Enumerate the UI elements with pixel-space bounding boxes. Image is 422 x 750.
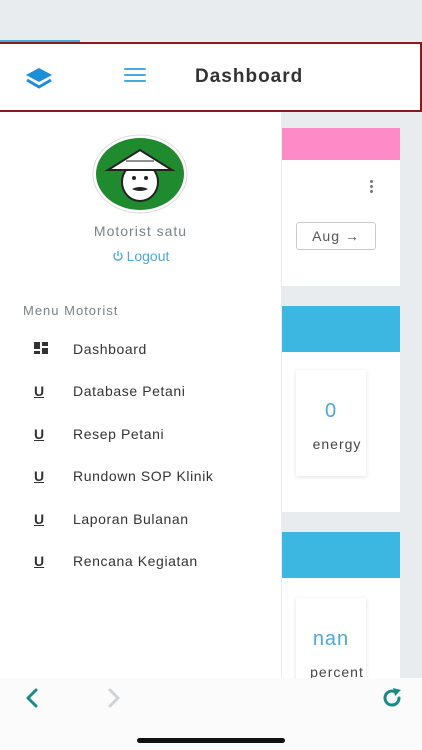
logout-link[interactable]: Logout [0, 248, 281, 264]
more-options-icon[interactable] [370, 180, 374, 195]
sidebar-item-label: Laporan Bulanan [73, 511, 189, 527]
stat-label: energy [312, 436, 362, 452]
logout-label: Logout [126, 248, 170, 264]
card-header-band [282, 306, 400, 352]
page-title: Dashboard [195, 66, 304, 87]
sidebar-item-label: Database Petani [73, 383, 186, 399]
sidebar-item-label: Rencana Kegiatan [73, 553, 198, 569]
card-header-band [282, 532, 400, 578]
layers-icon[interactable] [24, 66, 54, 92]
chevron-left-icon[interactable] [22, 686, 42, 710]
power-icon [112, 251, 123, 261]
avatar [92, 134, 188, 214]
u-icon: U [34, 511, 45, 527]
sidebar-item-rundown-sop-klinik[interactable]: U Rundown SOP Klinik [0, 457, 281, 497]
reload-icon[interactable] [380, 686, 404, 710]
sidebar-item-rencana-kegiatan[interactable]: U Rencana Kegiatan [0, 542, 281, 582]
percent-card: nan percent [282, 532, 400, 698]
sidebar-item-dashboard[interactable]: Dashboard [0, 330, 281, 370]
status-bar [0, 0, 422, 42]
u-icon: U [34, 468, 45, 484]
app-header: Dashboard [0, 42, 422, 112]
energy-card: 0 energy [282, 306, 400, 512]
summary-card: Aug → [282, 128, 400, 286]
chevron-right-icon [104, 686, 124, 710]
sidebar-item-database-petani[interactable]: U Database Petani [0, 372, 281, 412]
menu-section-header: Menu Motorist [23, 303, 119, 318]
u-icon: U [34, 553, 45, 569]
stat-value: 0 [324, 400, 338, 422]
hamburger-icon[interactable] [124, 68, 146, 86]
dashboard-grid-icon [34, 342, 48, 356]
u-icon: U [34, 383, 45, 399]
month-next-button[interactable]: Aug → [296, 222, 376, 250]
sidebar-item-label: Dashboard [73, 341, 147, 357]
stat-value: nan [312, 628, 350, 650]
sidebar-item-label: Resep Petani [73, 426, 165, 442]
stat-box: 0 energy [296, 370, 366, 476]
user-name: Motorist satu [93, 223, 188, 239]
card-header-band [282, 128, 400, 160]
sidebar-item-laporan-bulanan[interactable]: U Laporan Bulanan [0, 500, 281, 540]
u-icon: U [34, 426, 45, 442]
sidebar-item-label: Rundown SOP Klinik [73, 468, 214, 484]
sidebar-item-resep-petani[interactable]: U Resep Petani [0, 415, 281, 455]
side-drawer: Motorist satu Logout Menu Motorist Dashb… [0, 112, 281, 678]
home-indicator [137, 738, 285, 743]
